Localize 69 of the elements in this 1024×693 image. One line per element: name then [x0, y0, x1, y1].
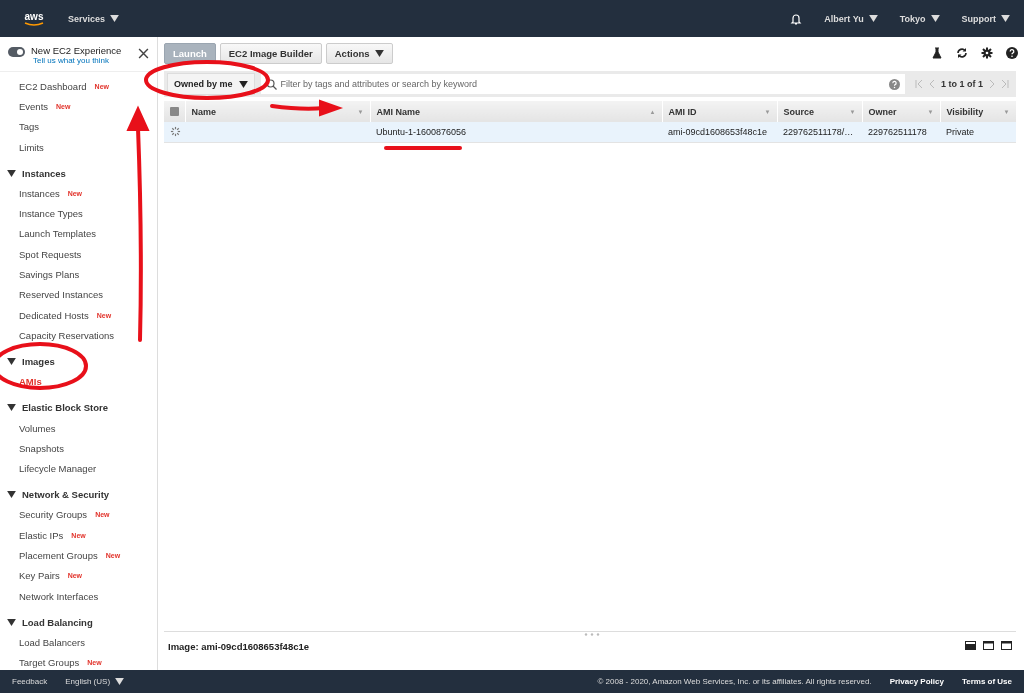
search-field[interactable]: Filter by tags and attributes or search by keyword	[260, 74, 905, 94]
caret-icon	[1001, 15, 1010, 22]
sidebar-item[interactable]: Network Interfaces	[0, 585, 157, 607]
select-all-checkbox[interactable]	[170, 107, 179, 116]
expanded-caret-icon	[7, 358, 16, 366]
expanded-caret-icon	[7, 618, 16, 626]
table-cell: 229762511178/…	[777, 122, 862, 143]
sidebar-item[interactable]: Reserved Instances	[0, 284, 157, 305]
close-icon[interactable]	[138, 48, 149, 59]
footer-link[interactable]: Terms of Use	[961, 677, 1012, 686]
expanded-caret-icon	[7, 169, 16, 177]
sidebar-item[interactable]: Load Balancers	[0, 632, 157, 653]
expanded-caret-icon	[7, 404, 16, 412]
expanded-caret-icon	[7, 491, 16, 499]
table-cell: Private	[940, 122, 1016, 143]
sidebar-item[interactable]: Instance Types	[0, 203, 157, 224]
sidebar-item[interactable]: Spot Requests	[0, 244, 157, 265]
sidebar-item[interactable]: AMIs	[0, 371, 157, 392]
refresh-icon[interactable]	[956, 47, 968, 59]
language-menu[interactable]: English (US)	[65, 677, 125, 686]
caret-icon	[115, 678, 125, 685]
details-title: Image: ami-09cd1608653f48c1e	[168, 641, 309, 652]
feedback-link[interactable]: Feedback	[12, 677, 48, 686]
sidebar-section[interactable]: Instances	[0, 163, 157, 184]
sidebar-item[interactable]: Launch Templates	[0, 223, 157, 245]
actions-button[interactable]: Actions	[325, 42, 393, 64]
header-menu[interactable]: Tokyo	[899, 13, 940, 24]
sidebar-section[interactable]: Elastic Block Store	[0, 397, 157, 418]
table-cell: 229762511178	[862, 122, 940, 143]
sidebar-item[interactable]: Lifecycle Manager	[0, 458, 157, 479]
caret-icon	[238, 80, 248, 88]
flask-icon[interactable]	[931, 47, 943, 59]
caret-icon	[374, 49, 384, 57]
sidebar-section[interactable]: Images	[0, 351, 157, 372]
sidebar-section[interactable]: Network & Security	[0, 484, 157, 505]
search-input[interactable]: Filter by tags and attributes or search by keyword	[280, 79, 885, 89]
bell-icon[interactable]	[790, 12, 803, 25]
sidebar-item[interactable]: Tags	[0, 116, 157, 137]
sidebar-item[interactable]: Snapshots	[0, 438, 157, 459]
search-icon	[265, 78, 277, 90]
header-menu[interactable]: Albert Yu	[824, 13, 878, 24]
top-panel-layout-icon[interactable]	[1001, 641, 1012, 650]
sidebar-item[interactable]: Savings Plans	[0, 264, 157, 285]
experience-title: New EC2 Experience	[31, 45, 123, 56]
toggle-switch[interactable]	[8, 47, 25, 57]
sidebar-item[interactable]: Capacity Reservations	[0, 325, 157, 346]
settings-icon[interactable]	[981, 47, 993, 59]
feedback-link[interactable]: Tell us what you think	[31, 56, 132, 65]
help-icon[interactable]	[1006, 47, 1018, 59]
resize-handle-icon[interactable]	[584, 633, 600, 636]
caret-icon	[930, 15, 940, 22]
toolbar-button[interactable]: EC2 Image Builder	[219, 42, 322, 64]
header-menu[interactable]: Support	[961, 13, 1010, 24]
caret-icon	[868, 15, 878, 22]
footer-link[interactable]: Privacy Policy	[889, 677, 944, 686]
sidebar-section[interactable]: Load Balancing	[0, 612, 157, 633]
loading-spinner-icon	[170, 125, 181, 137]
aws-logo[interactable]: aws	[22, 10, 46, 27]
pagination-text: 1 to 1 of 1	[941, 79, 983, 89]
services-menu[interactable]: Services	[68, 13, 120, 24]
caret-icon	[110, 15, 120, 22]
sidebar-item[interactable]: Limits	[0, 136, 157, 158]
owner-filter-dropdown[interactable]: Owned by me	[167, 73, 255, 95]
table-cell: ami-09cd1608653f48c1e	[662, 122, 777, 143]
copyright-text: © 2008 - 2020, Amazon Web Services, Inc. or its affiliates. All rights reserved.	[597, 677, 872, 686]
sidebar-item[interactable]: Volumes	[0, 417, 157, 439]
bottom-panel-layout-icon[interactable]	[965, 641, 976, 650]
split-panel-layout-icon[interactable]	[983, 641, 994, 650]
table-cell: Ubuntu-1-1600876056	[370, 122, 662, 143]
